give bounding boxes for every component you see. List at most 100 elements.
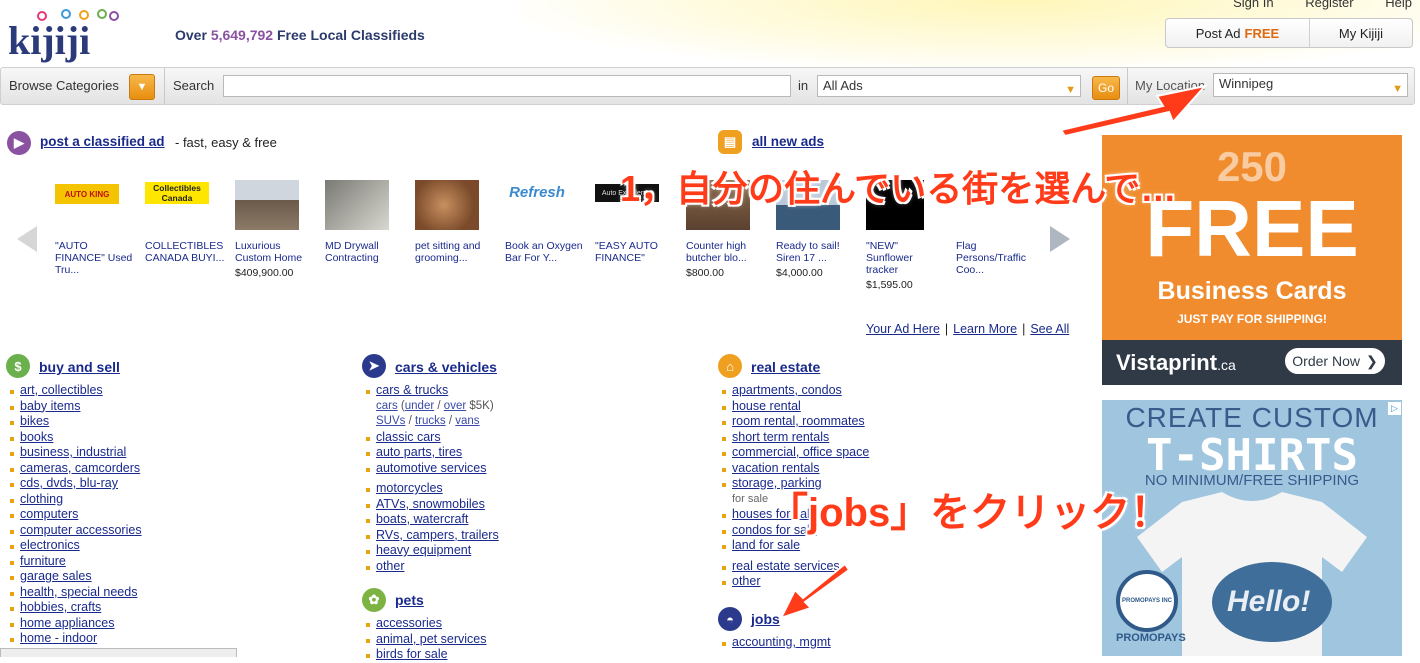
- divider: [164, 68, 165, 104]
- promopays-seal: PROMOPAYS INC: [1116, 570, 1178, 632]
- list-item: room rental, roommates: [720, 414, 869, 430]
- order-now-button[interactable]: Order Now ❯: [1285, 348, 1385, 374]
- annotation-arrow-icon: [1059, 84, 1208, 138]
- list-item: cameras, camcorders: [8, 461, 142, 477]
- list-item: automotive services: [364, 461, 499, 477]
- list-item: land for sale: [720, 538, 869, 554]
- top-links: Sign In Register Help: [1205, 0, 1412, 10]
- see-all-link[interactable]: See All: [1030, 322, 1069, 336]
- tagline: Over 5,649,792 Free Local Classifieds: [175, 27, 425, 43]
- real-estate-link[interactable]: real estate: [751, 359, 820, 375]
- list-item: baby items: [8, 399, 142, 415]
- list-item: books: [8, 430, 142, 446]
- new-ads-icon: ▤: [718, 130, 742, 154]
- search-label: Search: [173, 78, 215, 93]
- list-item: clothing: [8, 492, 142, 508]
- post-classified-ad-link[interactable]: post a classified ad: [40, 134, 165, 149]
- your-ad-here-link[interactable]: Your Ad Here: [866, 322, 940, 336]
- carousel-item[interactable]: AUTO KING "AUTO FINANCE" Used Tru...: [55, 180, 135, 276]
- carousel-thumbnail: [235, 180, 299, 230]
- list-item: home appliances: [8, 616, 142, 632]
- list-item: commercial, office space: [720, 445, 869, 461]
- house-icon: ⌂: [718, 354, 742, 378]
- svg-text:kijiji: kijiji: [8, 18, 90, 63]
- register-link[interactable]: Register: [1305, 0, 1353, 10]
- vistaprint-logo: Vistaprint.ca: [1116, 350, 1236, 375]
- list-item: cds, dvds, blu-ray: [8, 476, 142, 492]
- browse-categories-dropdown-button[interactable]: ▼: [129, 74, 155, 100]
- list-item: cars & trucks: [364, 383, 499, 399]
- list-item: vacation rentals: [720, 461, 869, 477]
- sign-in-link[interactable]: Sign In: [1233, 0, 1273, 10]
- post-ad-subtext: - fast, easy & free: [175, 135, 277, 150]
- list-item: accessories: [364, 616, 486, 632]
- carousel-prev-arrow-icon[interactable]: [17, 226, 37, 252]
- list-item: motorcycles: [364, 481, 499, 497]
- list-item: electronics: [8, 538, 142, 554]
- hardhat-icon: ◓: [718, 607, 742, 631]
- carousel-thumbnail: AUTO KING: [55, 184, 119, 204]
- vistaprint-ad-footer: Vistaprint.ca Order Now ❯: [1102, 340, 1402, 385]
- list-item: auto parts, tires: [364, 445, 499, 461]
- list-item: birds for sale: [364, 647, 486, 663]
- dollar-icon: $: [6, 354, 30, 378]
- list-item: house rental: [720, 399, 869, 415]
- jobs-list: accounting, mgmt: [720, 635, 831, 651]
- ad-choices-icon[interactable]: ▷: [1388, 402, 1401, 415]
- promopays-logo: PROMOPAYS: [1116, 632, 1186, 644]
- buy-and-sell-link[interactable]: buy and sell: [39, 359, 120, 375]
- search-input[interactable]: [223, 75, 791, 97]
- chevron-down-icon: ▼: [1392, 83, 1403, 95]
- carousel-next-arrow-icon[interactable]: [1050, 226, 1070, 252]
- list-item: computer accessories: [8, 523, 142, 539]
- list-item: short term rentals: [720, 430, 869, 446]
- listing-count: 5,649,792: [210, 27, 274, 43]
- arrow-right-icon: ▶: [7, 131, 31, 155]
- carousel-item[interactable]: pet sitting and grooming...: [415, 180, 495, 264]
- annotation-click-jobs: 「jobs」をクリック！: [768, 491, 1171, 535]
- carousel-item[interactable]: Collectibles Canada COLLECTIBLES CANADA …: [145, 180, 225, 264]
- buy-and-sell-list: art, collectibles baby items bikes books…: [8, 383, 142, 647]
- chevron-right-icon: ❯: [1365, 352, 1378, 369]
- location-select[interactable]: Winnipeg ▼: [1213, 73, 1408, 97]
- list-item: ATVs, snowmobiles: [364, 497, 499, 513]
- list-item: cars (under / over $5K): [376, 399, 494, 412]
- list-item: RVs, campers, trailers: [364, 528, 499, 544]
- carousel-item[interactable]: Luxurious Custom Home $409,900.00: [235, 180, 315, 279]
- my-kijiji-button[interactable]: My Kijiji: [1310, 19, 1412, 47]
- header-button-group: Post Ad FREE My Kijiji: [1165, 18, 1413, 48]
- list-item: business, industrial: [8, 445, 142, 461]
- carousel-thumbnail: [325, 180, 389, 230]
- help-link[interactable]: Help: [1385, 0, 1412, 10]
- list-item: SUVs / trucks / vans: [376, 415, 480, 427]
- list-item: health, special needs: [8, 585, 142, 601]
- list-item: furniture: [8, 554, 142, 570]
- list-item: other: [364, 559, 499, 575]
- in-label: in: [798, 78, 809, 93]
- category-select[interactable]: All Ads ▼: [817, 75, 1081, 97]
- carousel-thumbnail: Collectibles Canada: [145, 182, 209, 204]
- carousel-footer: Your Ad Here | Learn More | See All: [866, 322, 1070, 336]
- all-new-ads-link[interactable]: all new ads: [752, 134, 824, 149]
- carousel-thumbnail: [415, 180, 479, 230]
- list-item: art, collectibles: [8, 383, 142, 399]
- learn-more-link[interactable]: Learn More: [953, 322, 1017, 336]
- list-item: boats, watercraft: [364, 512, 499, 528]
- kijiji-logo[interactable]: kijiji: [8, 6, 128, 66]
- list-item: apartments, condos: [720, 383, 869, 399]
- carousel-item[interactable]: Refresh Book an Oxygen Bar For Y...: [505, 180, 585, 264]
- list-item: garage sales: [8, 569, 142, 585]
- post-ad-button[interactable]: Post Ad FREE: [1166, 19, 1310, 47]
- carousel-thumbnail: Refresh: [505, 180, 569, 204]
- pets-link[interactable]: pets: [395, 592, 424, 608]
- list-item: computers: [8, 507, 142, 523]
- list-item: heavy equipment: [364, 543, 499, 559]
- carousel-item[interactable]: MD Drywall Contracting: [325, 180, 405, 264]
- annotation-arrow-icon: [779, 562, 850, 620]
- list-item: accounting, mgmt: [720, 635, 831, 651]
- list-item: home - indoor: [8, 631, 142, 647]
- annotation-select-city: 1，自分の住んでいる街を選んで…: [620, 168, 1177, 209]
- chevron-down-icon: ▼: [136, 81, 148, 93]
- browse-categories-label[interactable]: Browse Categories: [9, 78, 119, 93]
- cars-vehicles-link[interactable]: cars & vehicles: [395, 359, 497, 375]
